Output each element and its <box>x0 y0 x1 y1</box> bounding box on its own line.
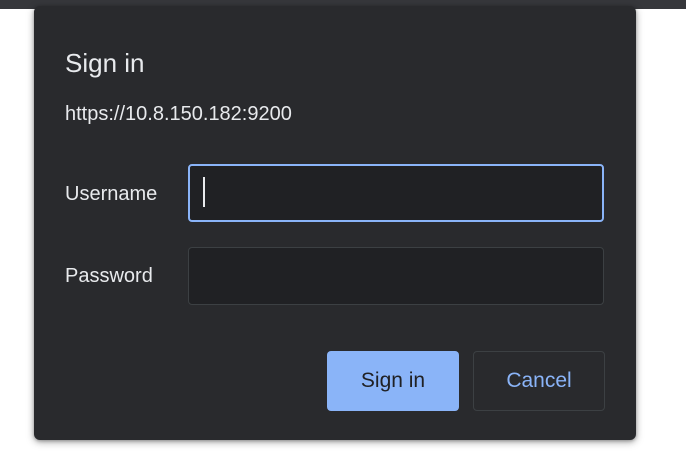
username-input[interactable] <box>188 164 604 222</box>
username-label: Username <box>65 183 158 205</box>
sign-in-dialog: Sign in https://10.8.150.182:9200 Userna… <box>34 6 636 440</box>
dialog-url: https://10.8.150.182:9200 <box>65 103 292 125</box>
cancel-button[interactable]: Cancel <box>473 351 605 411</box>
text-caret <box>203 177 205 207</box>
dialog-title: Sign in <box>65 48 145 78</box>
password-input[interactable] <box>188 247 604 305</box>
password-label: Password <box>65 265 153 287</box>
sign-in-button[interactable]: Sign in <box>327 351 459 411</box>
